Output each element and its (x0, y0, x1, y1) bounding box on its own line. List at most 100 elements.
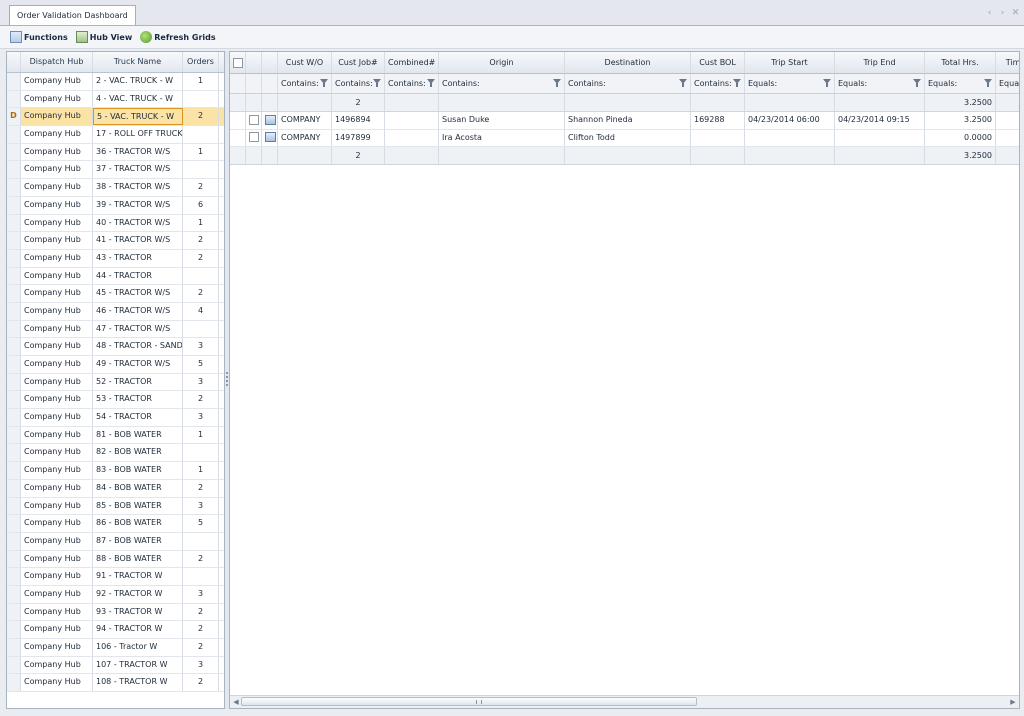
header-total-hrs[interactable]: Total Hrs. (925, 52, 996, 73)
truck-row[interactable]: Company Hub 108 - TRACTOR W2 (7, 674, 224, 693)
chevron-right-icon[interactable]: › (998, 8, 1007, 18)
header-dispatch-hub[interactable]: Dispatch Hub (21, 52, 93, 72)
truck-row[interactable]: Company Hub 46 - TRACTOR W/S 4 (7, 302, 224, 321)
filter-funnel-icon[interactable] (320, 79, 328, 87)
truck-row[interactable]: Company Hub 81 - BOB WATER 1 (7, 426, 224, 445)
row-indicator[interactable] (246, 129, 262, 146)
filter-funnel-icon[interactable] (679, 79, 687, 87)
filter-funnel-icon[interactable] (427, 79, 435, 87)
truck-row[interactable]: Company Hub 36 - TRACTOR W/S 1 (7, 143, 224, 162)
header-truck-name[interactable]: Truck Name (93, 52, 183, 72)
truck-row[interactable]: Company Hub 41 - TRACTOR W/S 2 (7, 232, 224, 250)
close-icon[interactable]: ✕ (1011, 8, 1020, 18)
truck-row[interactable]: Company Hub 38 - TRACTOR W/S 2 (7, 179, 224, 197)
filter-funnel-icon[interactable] (733, 79, 741, 87)
header-orders[interactable]: Orders (183, 52, 219, 72)
tab-order-validation[interactable]: Order Validation Dashboard (9, 5, 136, 25)
truck-row[interactable]: Company Hub 54 - TRACTOR 3 (7, 409, 224, 427)
truck-row[interactable]: Company Hub 83 - BOB WATER 1 (7, 462, 224, 480)
header-time[interactable]: Time (996, 52, 1019, 73)
truck-row[interactable]: Company Hub 44 - TRACTOR (7, 267, 224, 286)
filter-funnel-icon[interactable] (823, 79, 831, 87)
truck-row[interactable]: Company Hub 94 - TRACTOR W2 (7, 621, 224, 639)
order-row[interactable]: COMPANY 1497899 Ira Acosta Clifton Todd 0.00… (230, 129, 1019, 147)
splitter-grip-icon[interactable] (226, 372, 228, 386)
row-checkbox-cell[interactable] (230, 112, 246, 129)
truck-row[interactable]: Company Hub 87 - BOB WATER (7, 532, 224, 551)
chevron-left-icon[interactable]: ‹ (985, 8, 994, 18)
header-icon[interactable] (262, 52, 278, 73)
truck-row[interactable]: Company Hub 2 - VAC. TRUCK - W1 (7, 73, 224, 91)
cell-truck-name: 84 - BOB WATER (93, 479, 183, 497)
truck-row[interactable]: Company Hub 17 - ROLL OFF TRUCK (7, 126, 224, 144)
header-indicator[interactable] (246, 52, 262, 73)
truck-row[interactable]: Company Hub 48 - TRACTOR - SAND 3 (7, 338, 224, 356)
truck-row[interactable]: Company Hub 47 - TRACTOR W/S (7, 320, 224, 339)
truck-row[interactable]: Company Hub 106 - Tractor W2 (7, 639, 224, 657)
filter-cell[interactable]: Equals: (835, 74, 925, 93)
truck-grid: Dispatch Hub Truck Name Orders Company H… (6, 51, 225, 709)
header-combined[interactable]: Combined# (385, 52, 439, 73)
truck-row[interactable]: Company Hub 85 - BOB WATER 3 (7, 497, 224, 516)
order-row[interactable]: COMPANY 1496894 Susan Duke Shannon Pineda 16… (230, 112, 1019, 130)
filter-funnel-icon[interactable] (913, 79, 921, 87)
header-select[interactable] (230, 52, 246, 73)
filter-cell[interactable]: Contains: (332, 74, 385, 93)
truck-row[interactable]: Company Hub 107 - TRACTOR W3 (7, 656, 224, 675)
scroll-left-icon[interactable]: ◀ (231, 698, 241, 706)
cell-orders: 2 (183, 232, 219, 249)
header-destination[interactable]: Destination (565, 52, 691, 73)
order-detail-icon[interactable] (265, 114, 276, 125)
header-cust-bol[interactable]: Cust BOL (691, 52, 745, 73)
filter-funnel-icon[interactable] (373, 79, 381, 87)
header-trip-start[interactable]: Trip Start (745, 52, 835, 73)
scroll-right-icon[interactable]: ▶ (1008, 698, 1018, 706)
header-origin[interactable]: Origin (439, 52, 565, 73)
truck-row[interactable]: D Company Hub 5 - VAC. TRUCK - W2 (7, 108, 224, 127)
truck-row[interactable]: Company Hub 52 - TRACTOR 3 (7, 373, 224, 392)
row-detail-icon-cell[interactable] (262, 129, 278, 146)
truck-row[interactable]: Company Hub 84 - BOB WATER 2 (7, 479, 224, 498)
order-detail-icon[interactable] (265, 132, 276, 142)
filter-cell[interactable]: Contains: (565, 74, 691, 93)
truck-row[interactable]: Company Hub 40 - TRACTOR W/S 1 (7, 214, 224, 233)
header-cust-wo[interactable]: Cust W/O (278, 52, 332, 73)
truck-row[interactable]: Company Hub 37 - TRACTOR W/S (7, 161, 224, 180)
filter-cell[interactable]: Equals: (996, 74, 1019, 93)
truck-row[interactable]: Company Hub 82 - BOB WATER (7, 444, 224, 463)
truck-row[interactable]: Company Hub 93 - TRACTOR W2 (7, 603, 224, 622)
header-cust-job[interactable]: Cust Job# (332, 52, 385, 73)
horizontal-scrollbar[interactable]: ◀ ▶ (230, 695, 1019, 708)
select-all-checkbox[interactable] (233, 57, 243, 68)
truck-row[interactable]: Company Hub 49 - TRACTOR W/S 5 (7, 356, 224, 374)
filter-funnel-icon[interactable] (553, 79, 561, 87)
truck-row[interactable]: Company Hub 4 - VAC. TRUCK - W (7, 90, 224, 109)
cell-orders (183, 532, 219, 550)
header-trip-end[interactable]: Trip End (835, 52, 925, 73)
filter-cell[interactable]: Contains: (385, 74, 439, 93)
scrollbar-thumb[interactable] (241, 697, 697, 706)
truck-row[interactable]: Company Hub 39 - TRACTOR W/S 6 (7, 196, 224, 215)
truck-row[interactable]: Company Hub 53 - TRACTOR 2 (7, 391, 224, 410)
refresh-grids-button[interactable]: Refresh Grids (140, 31, 216, 43)
row-checkbox[interactable] (249, 114, 259, 125)
truck-row[interactable]: Company Hub 92 - TRACTOR W3 (7, 585, 224, 604)
filter-cell[interactable]: Contains: (439, 74, 565, 93)
row-checkbox[interactable] (249, 132, 259, 142)
filter-cell[interactable]: Equals: (925, 74, 996, 93)
functions-button[interactable]: Functions (10, 31, 68, 43)
filter-cell[interactable]: Equals: (745, 74, 835, 93)
filter-cell[interactable]: Contains: (278, 74, 332, 93)
filter-funnel-icon[interactable] (984, 79, 992, 87)
row-checkbox-cell[interactable] (230, 129, 246, 146)
truck-row[interactable]: Company Hub 45 - TRACTOR W/S 2 (7, 285, 224, 303)
filter-cell (246, 74, 262, 93)
truck-row[interactable]: Company Hub 91 - TRACTOR W (7, 568, 224, 586)
truck-row[interactable]: Company Hub 88 - BOB WATER 2 (7, 550, 224, 569)
hub-view-button[interactable]: Hub View (75, 31, 132, 43)
truck-row[interactable]: Company Hub 43 - TRACTOR 2 (7, 249, 224, 268)
truck-row[interactable]: Company Hub 86 - BOB WATER 5 (7, 515, 224, 533)
filter-cell[interactable]: Contains: (691, 74, 745, 93)
row-detail-icon-cell[interactable] (262, 112, 278, 129)
row-indicator[interactable] (246, 112, 262, 129)
